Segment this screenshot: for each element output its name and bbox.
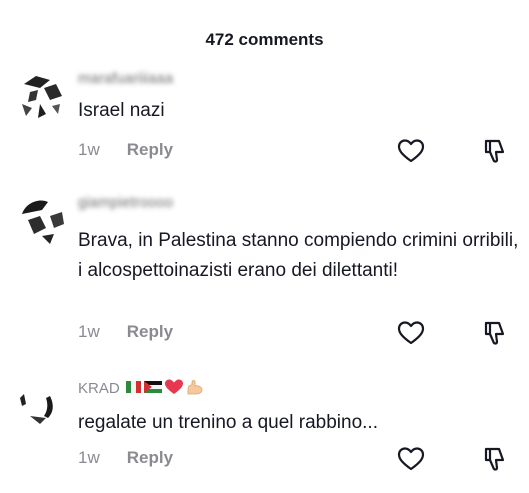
comment-time: 1w (78, 140, 100, 159)
thumbs-down-outline-icon[interactable] (481, 138, 509, 164)
flexed-biceps-icon (187, 380, 203, 395)
comment-meta: 1w Reply (78, 140, 173, 160)
reply-button[interactable]: Reply (127, 448, 173, 467)
username-emojis (125, 378, 204, 400)
thumbs-down-outline-icon[interactable] (481, 320, 509, 346)
italy-flag-icon (125, 381, 141, 393)
comment-time: 1w (78, 322, 100, 341)
reply-button[interactable]: Reply (127, 140, 173, 159)
comment-meta: 1w Reply (78, 448, 173, 468)
red-heart-icon (164, 379, 183, 394)
comment-meta: 1w Reply (78, 322, 173, 342)
palestine-flag-icon (143, 381, 162, 393)
heart-outline-icon[interactable] (397, 138, 425, 164)
comment-username[interactable]: giampietroooo (78, 194, 173, 211)
comments-count-title: 472 comments (205, 30, 324, 49)
avatar[interactable] (16, 194, 70, 248)
heart-outline-icon[interactable] (397, 320, 425, 346)
comment-username[interactable]: KRAD (78, 378, 204, 400)
avatar[interactable] (16, 70, 70, 124)
comment-text: Israel nazi (78, 100, 165, 121)
heart-outline-icon[interactable] (397, 446, 425, 472)
thumbs-down-outline-icon[interactable] (481, 446, 509, 472)
comment-text: regalate un trenino a quel rabbino... (78, 412, 378, 433)
avatar[interactable] (16, 376, 70, 430)
reply-button[interactable]: Reply (127, 322, 173, 341)
comment-username-text: KRAD (78, 379, 120, 397)
comment-text: Brava, in Palestina stanno compiendo cri… (78, 230, 519, 281)
comment-time: 1w (78, 448, 100, 467)
comment-username[interactable]: marafuariiiaaa (78, 70, 173, 87)
